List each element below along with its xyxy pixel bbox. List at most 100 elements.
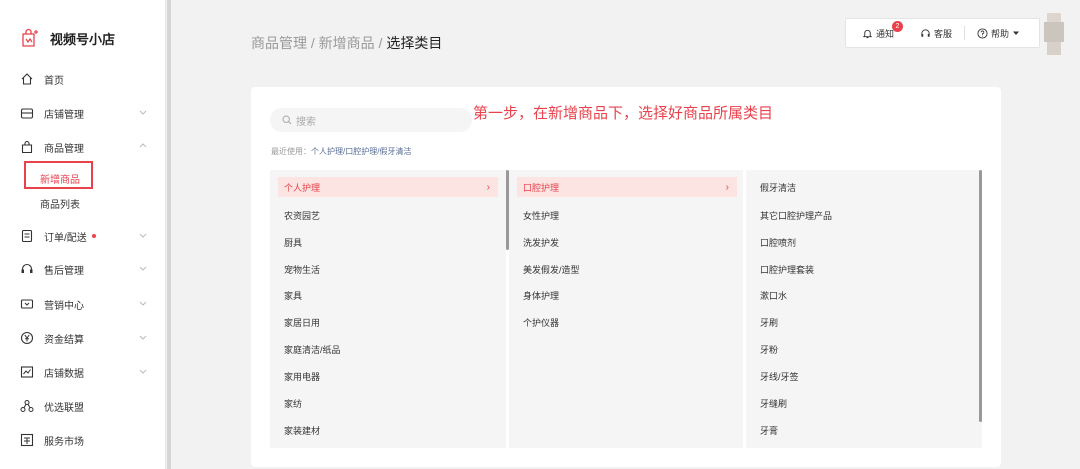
category-item[interactable]: 口腔喷剂 xyxy=(754,232,796,252)
category-item[interactable]: 漱口水 xyxy=(754,285,787,305)
chevron-down-icon xyxy=(139,369,147,374)
category-item[interactable]: 牙粉 xyxy=(754,339,778,359)
search-icon xyxy=(282,115,292,125)
category-item[interactable]: 牙刷 xyxy=(754,312,778,332)
category-item[interactable]: 家纺 xyxy=(278,393,302,413)
notification-label: 通知 xyxy=(876,28,895,39)
chart-icon xyxy=(20,366,34,378)
home-icon xyxy=(21,73,33,85)
caret-down-icon xyxy=(1013,31,1020,35)
category-item[interactable]: 家居日用 xyxy=(278,312,320,332)
recent-category-link[interactable]: 个人护理/口腔护理/假牙清洁 xyxy=(311,147,411,156)
breadcrumb-separator: / xyxy=(307,35,319,51)
sidebar-item-label: 首页 xyxy=(44,75,64,87)
category-item[interactable]: 农资园艺 xyxy=(278,205,320,225)
category-column-level1[interactable]: 个人护理 › 农资园艺 厨具 宠物生活 家具 家居日用 家庭清洁/纸品 家用电器 … xyxy=(270,170,509,448)
category-item[interactable]: 牙缝刷 xyxy=(754,393,787,413)
category-label: 个人护理 xyxy=(284,182,321,193)
sidebar-divider xyxy=(167,0,171,469)
shop-bag-icon xyxy=(22,28,38,47)
customer-service-button[interactable]: 客服 xyxy=(920,27,952,40)
headset-icon xyxy=(921,28,930,37)
help-button[interactable]: 帮助 xyxy=(977,27,1023,40)
recent-used: 最近使用：个人护理/口腔护理/假牙清洁 xyxy=(271,146,411,157)
chevron-right-icon: › xyxy=(725,181,729,193)
chevron-up-icon xyxy=(139,143,147,148)
network-icon xyxy=(20,400,34,412)
category-item[interactable]: 家具 xyxy=(278,285,302,305)
category-item[interactable]: 宠物生活 xyxy=(278,259,320,279)
sidebar-item-alliance[interactable]: 优选联盟 xyxy=(20,396,156,416)
category-item[interactable]: 牙膏 xyxy=(754,420,778,440)
yen-icon xyxy=(20,331,34,345)
category-item-selected[interactable]: 个人护理 › xyxy=(278,177,498,197)
category-item[interactable]: 牙线/牙签 xyxy=(754,366,799,386)
chevron-down-icon xyxy=(139,233,147,238)
breadcrumb-item-products[interactable]: 商品管理 xyxy=(251,35,307,51)
header-toolbar: 通知 2 客服 帮助 xyxy=(845,18,1040,48)
sidebar-item-home[interactable]: 首页 xyxy=(20,69,156,89)
category-item[interactable]: 口腔护理套装 xyxy=(754,259,814,279)
recent-label: 最近使用： xyxy=(271,147,311,156)
sidebar-subitem-add-product[interactable]: 新增商品 xyxy=(40,171,80,186)
chevron-down-icon xyxy=(139,301,147,306)
search-placeholder: 搜索 xyxy=(296,116,316,128)
customer-service-label: 客服 xyxy=(934,28,953,39)
store-icon xyxy=(20,108,34,119)
coupon-icon xyxy=(20,299,34,309)
scrollbar-thumb[interactable] xyxy=(979,170,982,422)
category-item[interactable]: 厨具 xyxy=(278,232,302,252)
notification-button[interactable]: 通知 2 xyxy=(862,20,903,40)
category-item[interactable]: 美发假发/造型 xyxy=(517,259,580,279)
help-label: 帮助 xyxy=(991,28,1010,39)
category-item[interactable]: 假牙清洁 xyxy=(754,177,796,197)
sidebar-item-products[interactable]: 商品管理 xyxy=(20,137,156,157)
instruction-annotation: 第一步，在新增商品下，选择好商品所属类目 xyxy=(473,105,774,122)
breadcrumb-item-add-product[interactable]: 新增商品 xyxy=(319,35,375,51)
sidebar-item-orders[interactable]: 订单/配送 xyxy=(20,226,156,246)
sidebar-item-label: 商品管理 xyxy=(44,143,84,155)
category-item[interactable]: 身体护理 xyxy=(517,285,559,305)
category-item[interactable]: 女性护理 xyxy=(517,205,559,225)
category-item[interactable]: 家庭清洁/纸品 xyxy=(278,339,341,359)
sidebar-item-label: 服务市场 xyxy=(44,436,84,448)
help-icon xyxy=(977,27,988,39)
sidebar-item-finance[interactable]: 资金结算 xyxy=(20,328,156,348)
headset-icon xyxy=(21,263,33,273)
toolbar-divider xyxy=(964,26,966,40)
category-item[interactable]: 家用电器 xyxy=(278,366,320,386)
bag-icon xyxy=(21,140,33,154)
notification-dot xyxy=(91,234,96,238)
category-label: 口腔护理 xyxy=(523,182,560,193)
category-item[interactable]: 家装建材 xyxy=(278,420,320,440)
sidebar-item-marketing[interactable]: 营销中心 xyxy=(20,294,156,314)
chevron-right-icon: › xyxy=(486,181,490,193)
category-search-input[interactable]: 搜索 xyxy=(270,108,472,132)
sidebar-item-label: 优选联盟 xyxy=(44,402,84,414)
sidebar: 视频号小店 首页 店铺管理 商品管理 新增商品 商品列表 订单/配送 售后管理 … xyxy=(0,0,166,469)
shop-name: 视频号小店 xyxy=(50,31,116,47)
category-item[interactable]: 其它口腔护理产品 xyxy=(754,205,832,225)
sidebar-item-data[interactable]: 店铺数据 xyxy=(20,362,156,382)
breadcrumb: 商品管理 / 新增商品 / 选择类目 xyxy=(251,33,442,53)
avatar[interactable] xyxy=(1044,22,1064,42)
shop-logo[interactable]: 视频号小店 xyxy=(20,28,115,48)
chevron-down-icon xyxy=(139,335,147,340)
category-item-selected[interactable]: 口腔护理 › xyxy=(517,177,737,197)
avatar-bottom xyxy=(1047,42,1061,55)
bell-icon xyxy=(862,29,873,38)
sidebar-subitem-product-list[interactable]: 商品列表 xyxy=(40,196,80,211)
category-item[interactable]: 洗发护发 xyxy=(517,232,559,252)
market-icon xyxy=(20,433,34,447)
chevron-down-icon xyxy=(139,110,147,115)
sidebar-item-store[interactable]: 店铺管理 xyxy=(20,103,156,123)
order-icon xyxy=(21,229,33,243)
category-column-level2[interactable]: 口腔护理 › 女性护理 洗发护发 美发假发/造型 身体护理 个护仪器 xyxy=(509,170,743,448)
notification-badge: 2 xyxy=(892,20,903,32)
category-item[interactable]: 个护仪器 xyxy=(517,312,559,332)
sidebar-item-label: 售后管理 xyxy=(44,265,84,277)
sidebar-item-after-sales[interactable]: 售后管理 xyxy=(20,259,156,279)
sidebar-item-label: 营销中心 xyxy=(44,300,84,312)
category-column-level3[interactable]: 假牙清洁 其它口腔护理产品 口腔喷剂 口腔护理套装 漱口水 牙刷 牙粉 牙线/牙… xyxy=(746,170,982,448)
sidebar-item-market[interactable]: 服务市场 xyxy=(20,430,156,450)
